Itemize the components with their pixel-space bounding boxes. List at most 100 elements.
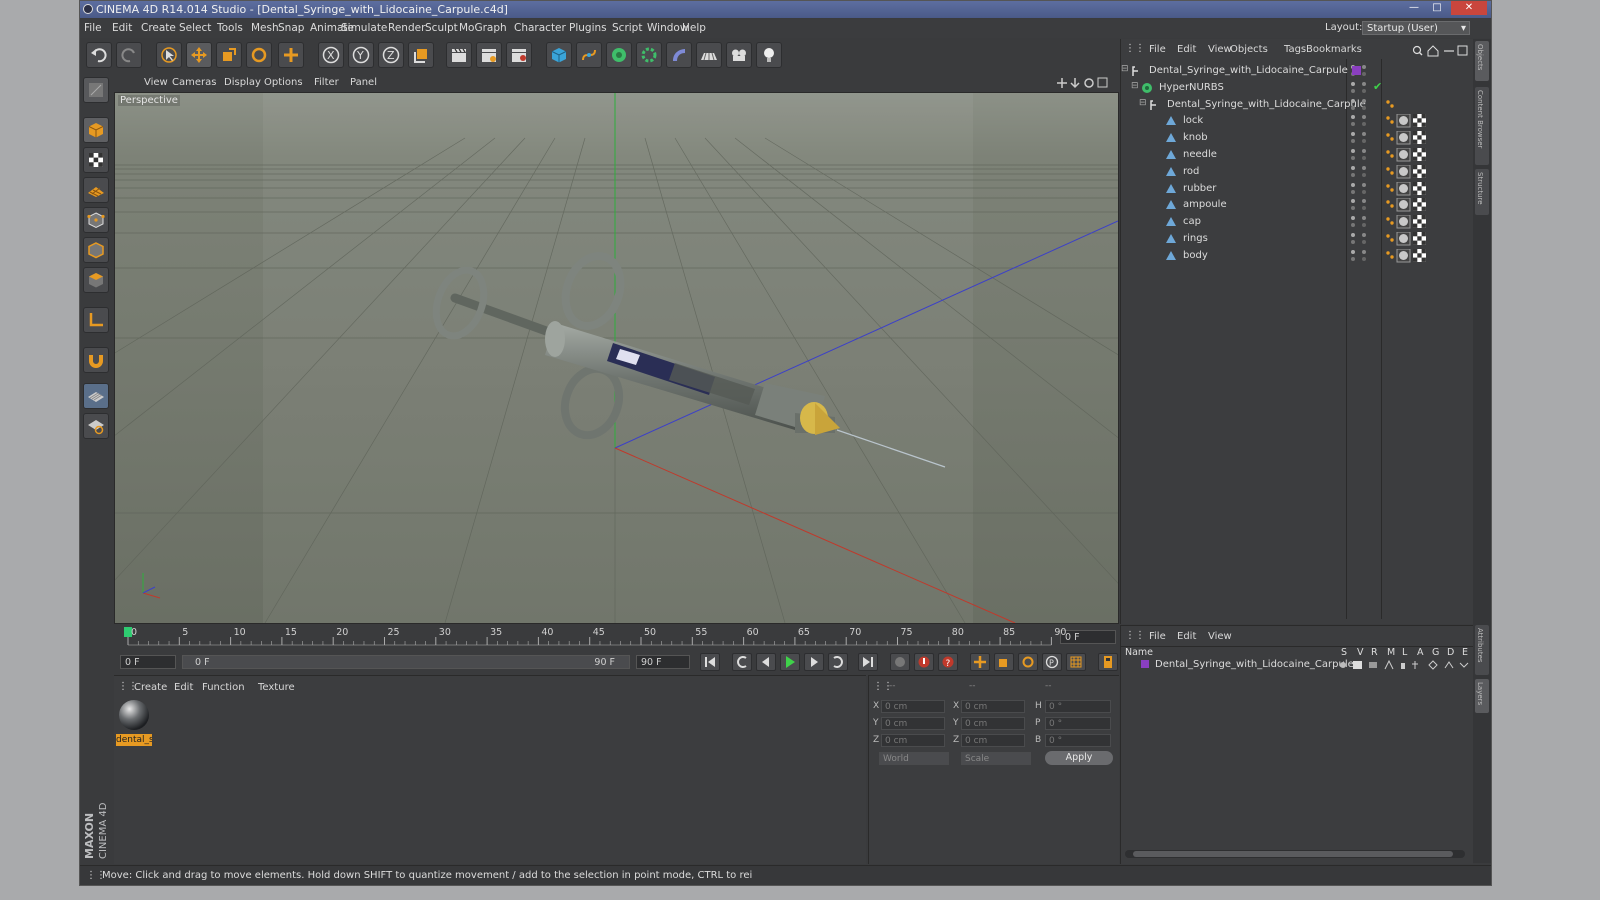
menu-mograph[interactable]: MoGraph [459,22,507,34]
object-row-body[interactable]: body [1121,248,1473,265]
object-menu-edit[interactable]: Edit [1177,44,1196,55]
render-settings-button[interactable] [506,42,532,68]
menu-help[interactable]: Help [682,22,706,34]
expand-icon[interactable]: ⊟ [1131,81,1139,91]
live-selection-button[interactable] [156,42,182,68]
y-axis-lock-button[interactable]: Y [348,42,374,68]
add-spline-button[interactable] [576,42,602,68]
layer-column-header[interactable]: Name [1125,647,1153,658]
viewport-menu-display[interactable]: Display [224,77,261,88]
material-thumbnail[interactable] [116,698,152,732]
add-array-button[interactable] [636,42,662,68]
material-menu-texture[interactable]: Texture [258,682,295,693]
menu-plugins[interactable]: Plugins [569,22,607,34]
record-keys-button[interactable] [890,653,910,671]
viewport-menu-options[interactable]: Options [264,77,303,88]
coord-field[interactable]: 0 ° [1045,717,1111,730]
layer-menu-edit[interactable]: Edit [1177,631,1196,642]
next-key-button[interactable] [828,653,848,671]
start-frame-field[interactable]: 0 F [120,655,176,669]
key-parameter-button[interactable]: P [1042,653,1062,671]
key-scale-button[interactable] [994,653,1014,671]
coord-field[interactable]: 0 cm [881,700,945,713]
expand-icon[interactable]: ⊟ [1121,64,1129,74]
object-menu-bookmarks[interactable]: Bookmarks [1306,44,1362,55]
viewport-menu-filter[interactable]: Filter [314,77,339,88]
menu-tools[interactable]: Tools [217,22,243,34]
render-view-button[interactable] [446,42,472,68]
layer-name[interactable]: Dental_Syringe_with_Lidocaine_Carpule [1155,659,1354,670]
right-tab-objects[interactable]: Objects [1475,41,1489,81]
workplane-mode-button[interactable] [83,177,109,203]
layer-horizontal-scrollbar[interactable] [1125,850,1465,858]
polygons-mode-button[interactable] [83,267,109,293]
object-menu-file[interactable]: File [1149,44,1166,55]
menu-character[interactable]: Character [514,22,566,34]
menu-snap[interactable]: Snap [278,22,304,34]
layout-select[interactable]: Startup (User) ▾ [1362,21,1470,35]
key-position-button[interactable] [970,653,990,671]
menu-mesh[interactable]: Mesh [251,22,279,34]
make-editable-button[interactable] [83,77,109,103]
keyframe-selection-button[interactable]: ? [938,653,958,671]
menu-edit[interactable]: Edit [112,22,132,34]
expand-icon[interactable]: ⊟ [1139,98,1147,108]
coord-field[interactable]: 0 cm [961,717,1025,730]
end-frame-field[interactable]: 90 F [636,655,690,669]
menu-sculpt[interactable]: Sculpt [425,22,458,34]
z-axis-lock-button[interactable]: Z [378,42,404,68]
texture-mode-button[interactable] [83,147,109,173]
add-deformer-button[interactable] [666,42,692,68]
autokeying-button[interactable] [914,653,934,671]
preview-range-slider[interactable]: 0 F 90 F [182,655,630,669]
next-frame-button[interactable] [804,653,824,671]
object-row-dental_syringe_with_lidocaine_carpule[interactable]: ⊟ Dental_Syringe_with_Lidocaine_Carpule [1121,63,1473,80]
menu-select[interactable]: Select [179,22,211,34]
go-to-start-button[interactable] [700,653,720,671]
coord-field[interactable]: 0 ° [1045,700,1111,713]
right-tab-layers[interactable]: Layers [1475,679,1489,713]
layer-color-swatch[interactable] [1352,66,1361,75]
right-tab-structure[interactable]: Structure [1475,169,1489,215]
menu-script[interactable]: Script [612,22,642,34]
points-mode-button[interactable] [83,207,109,233]
object-row-ampoule[interactable]: ampoule [1121,197,1473,214]
right-tab-content-browser[interactable]: Content Browser [1475,87,1489,165]
menu-simulate[interactable]: Simulate [341,22,387,34]
minimize-button[interactable]: — [1402,1,1426,15]
layer-menu-view[interactable]: View [1208,631,1232,642]
add-light-button[interactable] [756,42,782,68]
axis-mode-button[interactable] [83,307,109,333]
timeline-scheme-button[interactable] [1098,653,1118,671]
close-button[interactable]: ✕ [1451,1,1487,15]
snap-button[interactable] [83,347,109,373]
material-menu-function[interactable]: Function [202,682,245,693]
coord-field[interactable]: 0 cm [881,734,945,747]
undo-button[interactable] [86,42,112,68]
workplane-lock-button[interactable] [83,383,109,409]
rotate-tool-button[interactable] [246,42,272,68]
recent-tool-button[interactable] [278,42,304,68]
object-row-needle[interactable]: needle [1121,147,1473,164]
material-name-label[interactable]: dental_s [116,734,152,746]
object-row-dental_syringe_with_lidocaine_carpule[interactable]: ⊟ Dental_Syringe_with_Lidocaine_Carpule [1121,97,1473,114]
object-row-hypernurbs[interactable]: ⊟ HyperNURBS ✔ [1121,80,1473,97]
material-menu-create[interactable]: Create [134,682,167,693]
previous-frame-button[interactable] [756,653,776,671]
x-axis-lock-button[interactable]: X [318,42,344,68]
coord-field[interactable]: 0 cm [961,734,1025,747]
object-row-rubber[interactable]: rubber [1121,181,1473,198]
viewport-menu-view[interactable]: View [144,77,168,88]
add-floor-button[interactable] [696,42,722,68]
maximize-button[interactable]: □ [1425,1,1449,15]
object-menu-view[interactable]: View [1208,44,1232,55]
go-to-end-button[interactable] [858,653,878,671]
coord-field[interactable]: 0 ° [1045,734,1111,747]
coord-field[interactable]: 0 cm [961,700,1025,713]
planar-workplane-button[interactable] [83,413,109,439]
render-picture-viewer-button[interactable] [476,42,502,68]
object-row-rod[interactable]: rod [1121,164,1473,181]
material-menu-edit[interactable]: Edit [174,682,193,693]
redo-button[interactable] [116,42,142,68]
add-cube-button[interactable] [546,42,572,68]
